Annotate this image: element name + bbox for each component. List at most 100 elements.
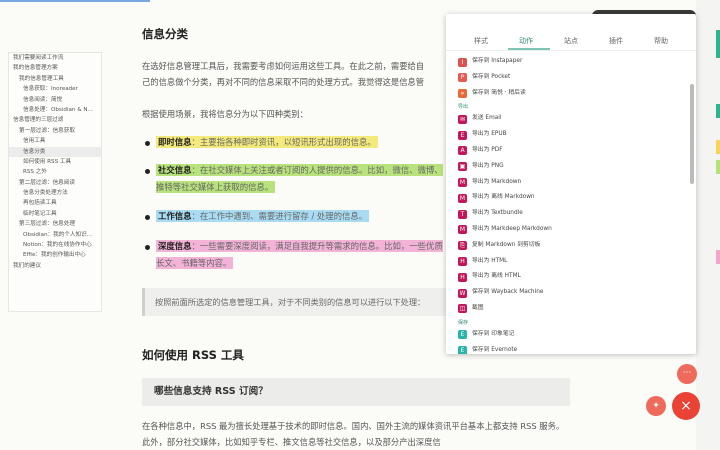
action-item[interactable]: M 导出为 离线 Markdown xyxy=(456,190,688,206)
toc-item[interactable]: 我的信息管理方案 xyxy=(9,63,101,73)
page-progress-bar xyxy=(0,0,150,2)
edge-marker xyxy=(716,140,720,154)
toc-item[interactable]: 信息管理的三层过滤 xyxy=(9,115,101,125)
action-item[interactable]: H 导出为 离线 HTML xyxy=(456,269,688,285)
bullet-desc: ：一些需要深度阅读，满足自我提升等需求的信息。比如，一些优质长文、书籍等内容。 xyxy=(156,241,443,268)
action-label: 导出为 Textbundle xyxy=(472,210,523,217)
toc-item[interactable]: 我的信息管理工具 xyxy=(9,74,101,84)
tab-2[interactable]: 站点 xyxy=(546,36,596,46)
action-icon: I xyxy=(458,57,467,67)
bullet-term: 深度信息 xyxy=(158,241,192,251)
toc-item[interactable]: 信息处理：Obsidian & N... xyxy=(9,105,101,115)
scrollbar-thumb[interactable] xyxy=(690,84,694,184)
toc-item[interactable]: 再包括读工具 xyxy=(9,198,101,208)
toc-item[interactable]: Notion：我的在线协作中心 xyxy=(9,240,101,250)
action-icon: ◫ xyxy=(458,304,467,314)
close-button[interactable]: × xyxy=(672,392,700,420)
toc-item[interactable]: Effie：我的创作输出中心 xyxy=(9,250,101,260)
bullet-deep: 深度信息：一些需要深度阅读，满足自我提升等需求的信息。比如，一些优质长文、书籍等… xyxy=(145,238,446,272)
action-icon: M xyxy=(458,178,467,188)
action-label: 导出为 离线 HTML xyxy=(472,273,521,280)
toc-item[interactable]: 我们需要阅读工作流 xyxy=(9,53,101,63)
tab-4[interactable]: 帮助 xyxy=(636,36,686,46)
edge-marker xyxy=(716,250,720,264)
edge-marker xyxy=(716,104,720,118)
action-label: 保存到 Evernote xyxy=(472,346,518,353)
action-icon: W xyxy=(458,288,467,298)
tab-0[interactable]: 样式 xyxy=(456,36,506,46)
bullet-work: 工作信息：在工作中遇到、需要进行留存 / 处理的信息。 xyxy=(145,208,446,225)
toc-item[interactable]: 第二层过滤：信息阅读 xyxy=(9,178,101,188)
action-label: 截图 xyxy=(472,304,484,311)
bullet-term: 社交信息 xyxy=(158,165,192,175)
action-item[interactable]: ▣ 导出为 PNG xyxy=(456,159,688,175)
bullet-dot xyxy=(145,215,150,220)
action-label: 导出为 离线 Markdown xyxy=(472,194,535,201)
toc-item[interactable]: Obsidian：我的个人知识... xyxy=(9,230,101,240)
action-label: 导出为 Markdeep Markdown xyxy=(472,225,552,232)
highlight: 深度信息：一些需要深度阅读，满足自我提升等需求的信息。比如，一些优质长文、书籍等… xyxy=(156,240,443,269)
action-label: 导出为 Markdown xyxy=(472,178,522,185)
bullet-desc: ：在社交媒体上关注或者订阅的人提供的信息。比如，微信、微博、推特等社交媒体上获取… xyxy=(156,165,443,192)
toc-item[interactable]: 信息分类 xyxy=(9,146,101,157)
tab-3[interactable]: 插件 xyxy=(591,36,641,46)
tab-1[interactable]: 动作 xyxy=(501,36,551,46)
action-icon: » xyxy=(458,89,467,99)
highlight: 社交信息：在社交媒体上关注或者订阅的人提供的信息。比如，微信、微博、推特等社交媒… xyxy=(156,164,443,193)
toc-item[interactable]: 信息分类处理方法 xyxy=(9,188,101,198)
action-label: 导出为 EPUB xyxy=(472,131,507,138)
bullet-dot xyxy=(145,169,150,174)
action-list: I 保存到 Instapaper P 保存到 Pocket » 保存到 简悦 · 稍后读导… xyxy=(456,54,688,354)
toc-item[interactable]: 临时笔记工具 xyxy=(9,209,101,219)
action-item[interactable]: ⎘ 复制 Markdown 到剪切板 xyxy=(456,238,688,254)
action-item[interactable]: ✉ 发送 Email xyxy=(456,111,688,127)
heading-rss: 如何使用 RSS 工具 xyxy=(142,348,244,362)
action-label: 保存到 Pocket xyxy=(472,73,511,80)
style-button[interactable]: ✦ xyxy=(646,396,666,416)
action-item[interactable]: E 保存到 印象笔记 xyxy=(456,327,688,343)
action-item[interactable]: I 保存到 Instapaper xyxy=(456,54,688,70)
bullet-term: 即时信息 xyxy=(158,137,192,147)
browser-edge xyxy=(696,0,720,450)
action-item[interactable]: A 导出为 PDF xyxy=(456,143,688,159)
toc-item[interactable]: 第一层过滤：信息获取 xyxy=(9,126,101,136)
action-item[interactable]: P 保存到 Pocket xyxy=(456,70,688,86)
action-item[interactable]: T 导出为 Textbundle xyxy=(456,206,688,222)
export-action-popup: 样式 动作 站点 插件 帮助 I 保存到 Instapaper P 保存到 Pocket » 保存… xyxy=(446,14,696,354)
tabs-divider xyxy=(446,50,696,51)
action-item[interactable]: H 导出为 HTML xyxy=(456,254,688,270)
action-icon: E xyxy=(458,330,467,340)
action-icon: P xyxy=(458,73,467,83)
action-item[interactable]: ◫ 截图 xyxy=(456,301,688,317)
highlight: 即时信息：主要指各种即时资讯，以短讯形式出现的信息。 xyxy=(156,136,378,148)
toc-item[interactable]: RSS 之外 xyxy=(9,167,101,177)
toc-item[interactable]: 我们的建议 xyxy=(9,261,101,271)
action-item[interactable]: E 导出为 EPUB xyxy=(456,127,688,143)
action-item[interactable]: E 保存到 Evernote xyxy=(456,343,688,354)
action-item[interactable]: M 导出为 Markdeep Markdown xyxy=(456,222,688,238)
action-icon: E xyxy=(458,346,467,354)
action-icon: ⎘ xyxy=(458,241,467,251)
blockquote: 按照前面所选定的信息管理工具，对于不同类别的信息可以进行以下处理： xyxy=(142,288,455,316)
more-button[interactable]: ··· xyxy=(677,364,697,384)
toc-item[interactable]: 信用工具 xyxy=(9,136,101,146)
toc-item[interactable]: 信息获取：Inoreader xyxy=(9,84,101,94)
action-icon: A xyxy=(458,146,467,156)
bullet-instant: 即时信息：主要指各种即时资讯，以短讯形式出现的信息。 xyxy=(145,134,446,151)
action-item[interactable]: W 保存到 Wayback Machine xyxy=(456,285,688,301)
action-icon: H xyxy=(458,257,467,267)
bullet-term: 工作信息 xyxy=(158,211,192,221)
action-item[interactable]: » 保存到 简悦 · 稍后读 xyxy=(456,86,688,102)
toc-item[interactable]: 信息阅读：简悦 xyxy=(9,95,101,105)
paragraph-intro: 在选好信息管理工具后，我需要考虑如何运用这些工具。在此之前，需要给自己的信息做个… xyxy=(142,61,425,87)
rss-subheading: 哪些信息支持 RSS 订阅？ xyxy=(142,378,570,406)
action-label: 导出为 HTML xyxy=(472,257,508,264)
toc-item[interactable]: 如何使用 RSS 工具 xyxy=(9,157,101,167)
bullet-dot xyxy=(145,141,150,146)
toc-item[interactable]: 第三层过滤：信息处理 xyxy=(9,219,101,229)
bullet-dot xyxy=(145,245,150,250)
action-label: 发送 Email xyxy=(472,115,502,122)
action-label: 复制 Markdown 到剪切板 xyxy=(472,241,541,248)
popup-tabs: 样式 动作 站点 插件 帮助 xyxy=(446,14,696,48)
action-item[interactable]: M 导出为 Markdown xyxy=(456,175,688,191)
